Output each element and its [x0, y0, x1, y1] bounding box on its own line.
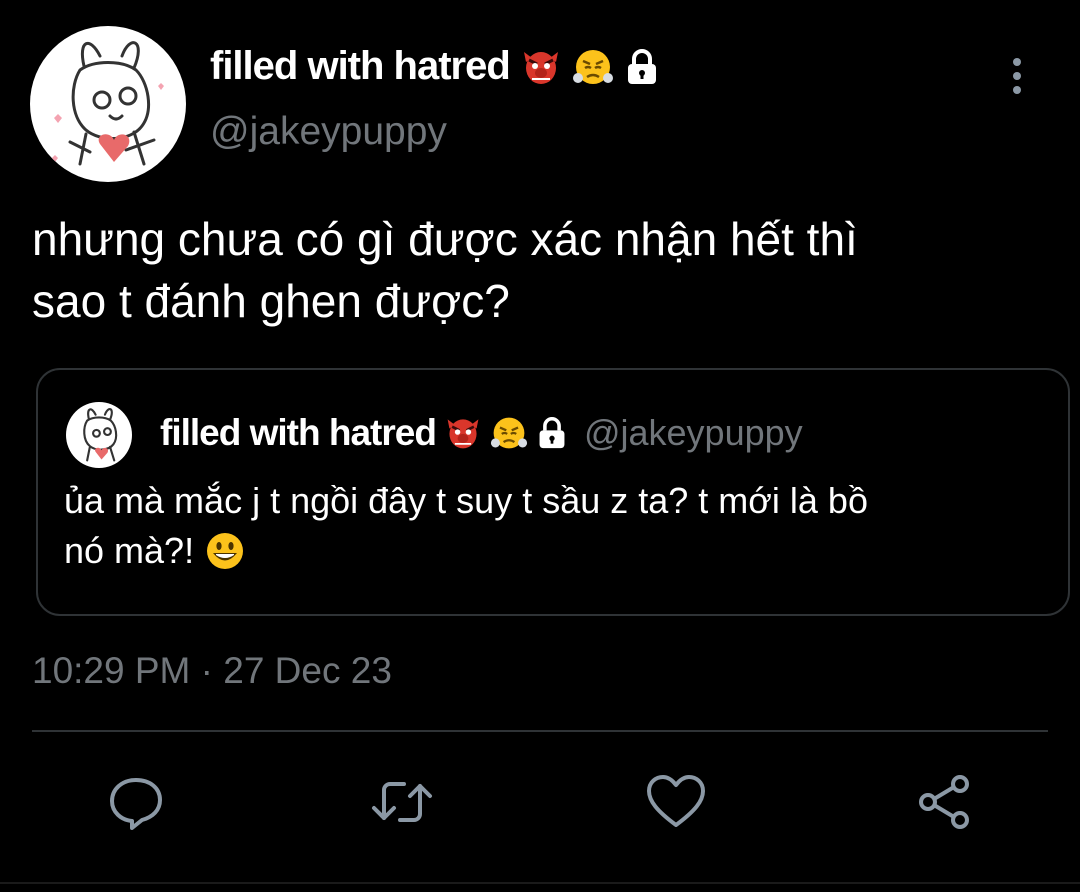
quoted-handle: @jakeypuppy [583, 412, 803, 453]
reply-button[interactable] [104, 770, 168, 834]
bunny-avatar-illustration [52, 41, 164, 166]
tweet-text: nhưng chưa có gì được xác nhận hết thì s… [32, 208, 1032, 332]
steam-face-emoji-icon [572, 49, 613, 84]
divider [32, 730, 1048, 732]
author-handle[interactable]: @jakeypuppy [210, 110, 447, 154]
quoted-author-name-row: filled with hatred @jakeypuppy [160, 412, 803, 454]
quoted-display-name: filled with hatred [160, 412, 437, 453]
bottom-divider [0, 882, 1080, 884]
lock-icon [539, 417, 565, 449]
display-name-text: filled with hatred [210, 44, 511, 88]
tweet-text-line: nhưng chưa có gì được xác nhận hết thì [32, 213, 858, 265]
bunny-avatar-illustration [83, 408, 118, 462]
quoted-tweet-card[interactable]: filled with hatred @jakeypuppy ủa mà mắc… [36, 368, 1070, 616]
retweet-icon [372, 782, 432, 822]
like-icon [647, 775, 705, 827]
goblin-emoji-icon [447, 419, 479, 449]
quoted-text-line-wrap: nó mà?! [64, 526, 868, 576]
quoted-text-line: ủa mà mắc j t ngồi đây t suy t sầu z ta?… [64, 480, 868, 521]
tweet-timestamp[interactable]: 10:29 PM · 27 Dec 23 [32, 650, 392, 692]
share-icon [919, 775, 969, 829]
tweet-text-line: sao t đánh ghen được? [32, 275, 510, 327]
smiley-emoji-icon [207, 533, 244, 569]
reply-icon [110, 778, 162, 830]
author-avatar[interactable] [30, 26, 186, 182]
like-button[interactable] [644, 770, 708, 834]
share-button[interactable] [912, 770, 976, 834]
goblin-emoji-icon [523, 51, 558, 84]
tweet-detail-view: filled with hatred @jakeypuppy nhưng chư… [0, 0, 1080, 892]
more-vertical-icon [1013, 58, 1021, 94]
quoted-author-avatar [66, 402, 132, 468]
retweet-button[interactable] [370, 770, 434, 834]
steam-face-emoji-icon [490, 417, 528, 449]
quoted-tweet-text: ủa mà mắc j t ngồi đây t suy t sầu z ta?… [64, 476, 868, 576]
author-display-name[interactable]: filled with hatred [210, 44, 660, 89]
quoted-text-line: nó mà?! [64, 530, 195, 571]
more-options-button[interactable] [1000, 56, 1034, 96]
lock-icon [627, 48, 656, 84]
